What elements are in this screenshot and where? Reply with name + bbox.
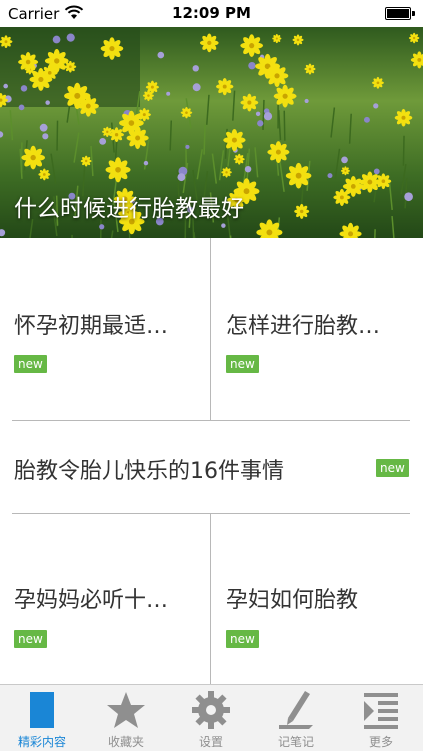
hero-banner[interactable]: 什么时候进行胎教最好 [0,27,423,238]
tab-featured[interactable]: 精彩内容 [0,685,84,751]
pen-icon [275,689,317,731]
article-cell[interactable]: 怀孕初期最适… new [0,238,210,420]
tab-label: 收藏夹 [84,733,168,750]
tab-label: 设置 [169,733,253,750]
tab-label: 精彩内容 [0,733,84,750]
column-divider [210,238,211,420]
star-icon [105,689,147,731]
column-divider [210,514,211,684]
battery-icon [385,7,411,20]
tab-label: 记笔记 [254,733,338,750]
tab-bar: 精彩内容 收藏夹 设置 [0,684,423,751]
new-badge: new [226,355,259,373]
gear-icon [190,689,232,731]
tab-favorites[interactable]: 收藏夹 [84,685,168,751]
status-time: 12:09 PM [0,4,423,22]
tab-label: 更多 [339,733,423,750]
document-icon [21,689,63,731]
tab-notes[interactable]: 记笔记 [254,685,338,751]
new-badge: new [226,630,259,648]
article-cell[interactable]: 怎样进行胎教… new [212,238,423,420]
new-badge: new [376,459,409,477]
article-cell[interactable]: 胎教令胎儿快乐的16件事情 new [0,421,423,513]
article-title: 怀孕初期最适… [14,308,168,340]
new-badge: new [14,630,47,648]
tab-settings[interactable]: 设置 [169,685,253,751]
tab-more[interactable]: 更多 [339,685,423,751]
article-title: 胎教令胎儿快乐的16件事情 [14,453,284,485]
article-cell[interactable]: 孕妈妈必听十… new [0,514,210,684]
hero-caption: 什么时候进行胎教最好 [14,189,244,223]
article-cell[interactable]: 孕妇如何胎教 new [212,514,423,684]
list-icon [360,689,402,731]
article-title: 怎样进行胎教… [226,308,380,340]
new-badge: new [14,355,47,373]
status-bar: Carrier 12:09 PM [0,0,423,27]
article-title: 孕妈妈必听十… [14,582,168,614]
article-title: 孕妇如何胎教 [226,582,358,614]
